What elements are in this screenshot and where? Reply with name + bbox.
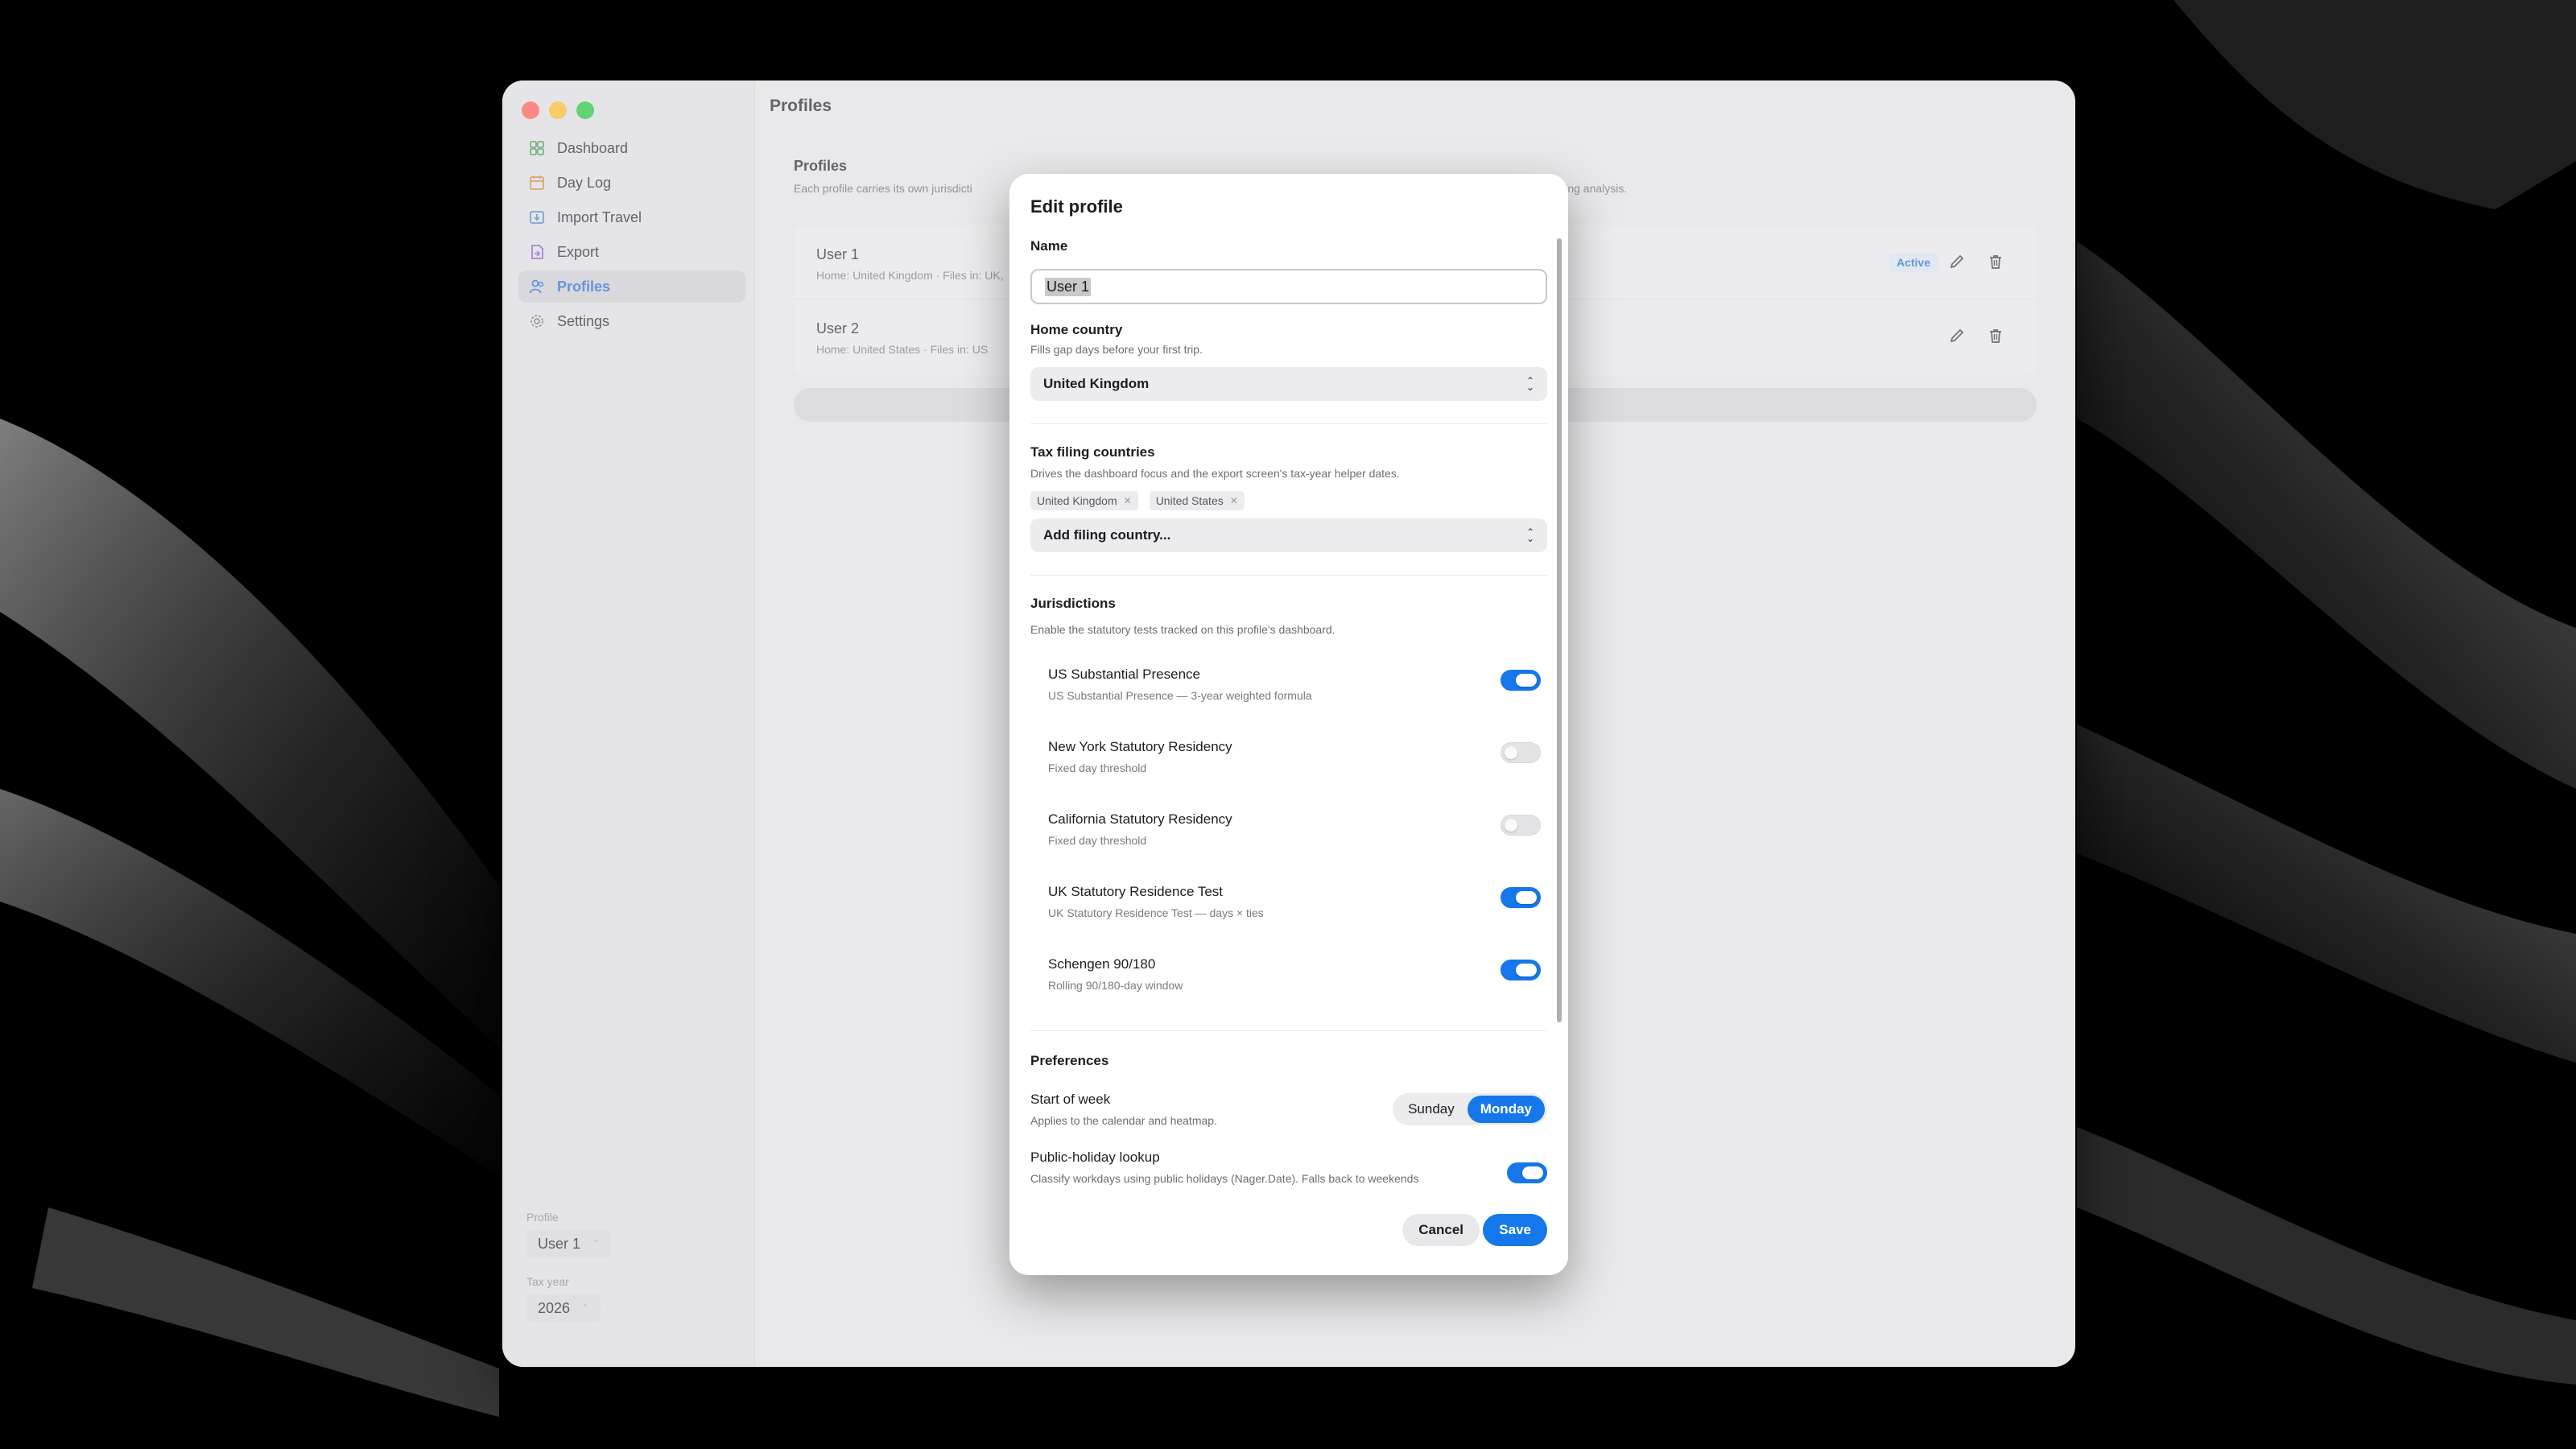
remove-chip-icon[interactable]: ✕ — [1230, 495, 1238, 506]
jurisdictions-label: Jurisdictions — [1030, 596, 1116, 611]
chip-label: United Kingdom — [1037, 494, 1117, 507]
jurisdiction-subtitle: Fixed day threshold — [1048, 762, 1147, 774]
jurisdiction-toggle[interactable] — [1501, 815, 1541, 836]
name-field-value: User 1 — [1045, 277, 1092, 296]
start-of-week-help: Applies to the calendar and heatmap. — [1030, 1114, 1217, 1127]
dialog-scrollbar[interactable] — [1557, 238, 1562, 1022]
jurisdiction-row: Schengen 90/180 Rolling 90/180-day windo… — [1048, 956, 1547, 1021]
jurisdiction-row: California Statutory Residency Fixed day… — [1048, 811, 1547, 876]
remove-chip-icon[interactable]: ✕ — [1124, 495, 1132, 506]
save-button[interactable]: Save — [1483, 1214, 1547, 1246]
filing-country-chip: United States ✕ — [1149, 491, 1245, 510]
jurisdiction-subtitle: Rolling 90/180-day window — [1048, 979, 1183, 992]
name-field[interactable]: User 1 — [1030, 269, 1547, 304]
dialog-title: Edit profile — [1030, 196, 1123, 217]
cancel-button[interactable]: Cancel — [1402, 1214, 1480, 1246]
jurisdiction-toggle[interactable] — [1501, 670, 1541, 691]
edit-profile-dialog: Edit profile Name User 1 Home country Fi… — [1009, 174, 1568, 1275]
tax-filing-help: Drives the dashboard focus and the expor… — [1030, 467, 1400, 480]
jurisdiction-title: US Substantial Presence — [1048, 667, 1200, 682]
public-holiday-help: Classify workdays using public holidays … — [1030, 1172, 1419, 1185]
public-holiday-toggle[interactable] — [1507, 1162, 1547, 1183]
divider — [1030, 575, 1547, 576]
divider — [1030, 423, 1547, 424]
tax-filing-label: Tax filing countries — [1030, 444, 1155, 460]
home-country-value: United Kingdom — [1043, 376, 1150, 391]
jurisdiction-row: New York Statutory Residency Fixed day t… — [1048, 739, 1547, 803]
start-of-week-segmented-control: Sunday Monday — [1393, 1093, 1547, 1125]
jurisdiction-toggle[interactable] — [1501, 960, 1541, 980]
jurisdiction-subtitle: US Substantial Presence — 3-year weighte… — [1048, 689, 1312, 702]
jurisdiction-subtitle: UK Statutory Residence Test — days × tie… — [1048, 906, 1264, 919]
jurisdiction-title: California Statutory Residency — [1048, 811, 1232, 827]
name-label: Name — [1030, 238, 1068, 254]
jurisdictions-help: Enable the statutory tests tracked on th… — [1030, 623, 1335, 636]
jurisdiction-row: US Substantial Presence US Substantial P… — [1048, 667, 1547, 731]
dialog-footer: Cancel Save — [1009, 1191, 1568, 1275]
jurisdiction-toggle[interactable] — [1501, 887, 1541, 908]
segment-sunday[interactable]: Sunday — [1395, 1096, 1468, 1123]
divider — [1030, 1030, 1547, 1031]
preferences-label: Preferences — [1030, 1053, 1109, 1068]
chip-label: United States — [1155, 494, 1224, 507]
filing-country-chip: United Kingdom ✕ — [1030, 491, 1138, 510]
jurisdiction-toggle[interactable] — [1501, 742, 1541, 763]
segment-monday[interactable]: Monday — [1467, 1096, 1545, 1123]
add-filing-country-placeholder: Add filing country... — [1043, 527, 1171, 543]
home-country-help: Fills gap days before your first trip. — [1030, 343, 1203, 356]
start-of-week-label: Start of week — [1030, 1092, 1111, 1107]
home-country-select[interactable]: United Kingdom ⌃ ⌄ — [1030, 367, 1547, 401]
jurisdiction-row: UK Statutory Residence Test UK Statutory… — [1048, 884, 1547, 948]
jurisdiction-subtitle: Fixed day threshold — [1048, 834, 1147, 847]
jurisdiction-title: UK Statutory Residence Test — [1048, 884, 1224, 899]
add-filing-country-select[interactable]: Add filing country... ⌃ ⌄ — [1030, 518, 1547, 552]
tax-filing-chips: United Kingdom ✕ United States ✕ — [1030, 491, 1245, 510]
chevron-updown-icon: ⌃ ⌄ — [1525, 375, 1534, 393]
jurisdiction-title: Schengen 90/180 — [1048, 956, 1156, 972]
chevron-updown-icon: ⌃ ⌄ — [1525, 526, 1534, 544]
jurisdiction-title: New York Statutory Residency — [1048, 739, 1232, 754]
public-holiday-label: Public-holiday lookup — [1030, 1150, 1160, 1165]
home-country-label: Home country — [1030, 322, 1123, 337]
